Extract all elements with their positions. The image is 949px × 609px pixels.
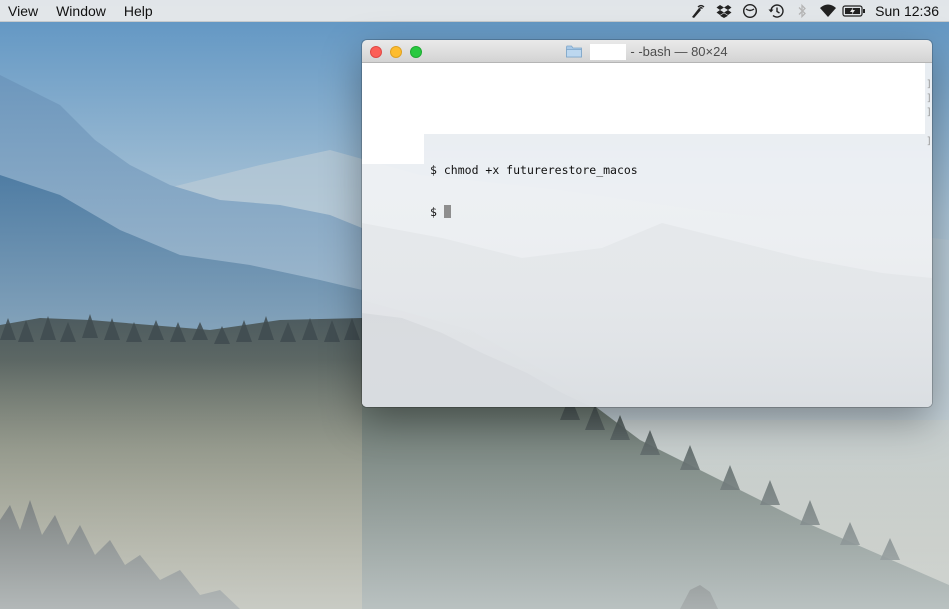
menu-bar-clock[interactable]: Sun 12:36 [875, 0, 939, 22]
mark-bracket-icon: ] [925, 136, 932, 147]
folder-icon [566, 45, 583, 58]
text-cursor [443, 205, 451, 218]
network-activity-icon[interactable] [685, 0, 711, 22]
terminal-scrollback-blank [362, 63, 925, 134]
menu-help[interactable]: Help [115, 0, 162, 22]
mark-bracket-icon: ] [925, 107, 932, 118]
mark-bracket-icon: ] [925, 93, 932, 104]
window-title-text: - -bash — 80×24 [630, 44, 728, 59]
prompt-symbol: $ [430, 205, 437, 219]
battery-icon[interactable] [841, 0, 867, 22]
menu-window[interactable]: Window [47, 0, 115, 22]
wifi-icon[interactable] [815, 0, 841, 22]
menu-bar-status: Sun 12:36 [685, 0, 939, 22]
scrollback-markers: ] ] ] ] [925, 63, 932, 407]
menu-view[interactable]: View [0, 0, 47, 22]
terminal-line: $ chmod +x futurerestore_macos [430, 163, 638, 177]
command-text: chmod +x futurerestore_macos [443, 163, 638, 177]
time-machine-icon[interactable] [763, 0, 789, 22]
terminal-margin [362, 134, 424, 164]
do-not-disturb-icon[interactable] [737, 0, 763, 22]
terminal-window[interactable]: - -bash — 80×24 ] ] ] ] $ chmod +x futur… [362, 40, 932, 407]
terminal-output[interactable]: $ chmod +x futurerestore_macos $ [430, 135, 638, 247]
mark-bracket-icon: ] [925, 79, 932, 90]
menu-bar: View Window Help Sun 12:36 [0, 0, 949, 22]
terminal-content-area[interactable]: ] ] ] ] $ chmod +x futurerestore_macos $ [362, 63, 932, 407]
prompt-symbol: $ [430, 163, 437, 177]
dropbox-icon[interactable] [711, 0, 737, 22]
bluetooth-icon[interactable] [789, 0, 815, 22]
window-titlebar[interactable]: - -bash — 80×24 [362, 40, 932, 63]
redacted-username [590, 43, 627, 60]
window-title: - -bash — 80×24 [362, 40, 932, 63]
terminal-line: $ [430, 205, 638, 219]
menu-bar-left: View Window Help [0, 0, 162, 22]
